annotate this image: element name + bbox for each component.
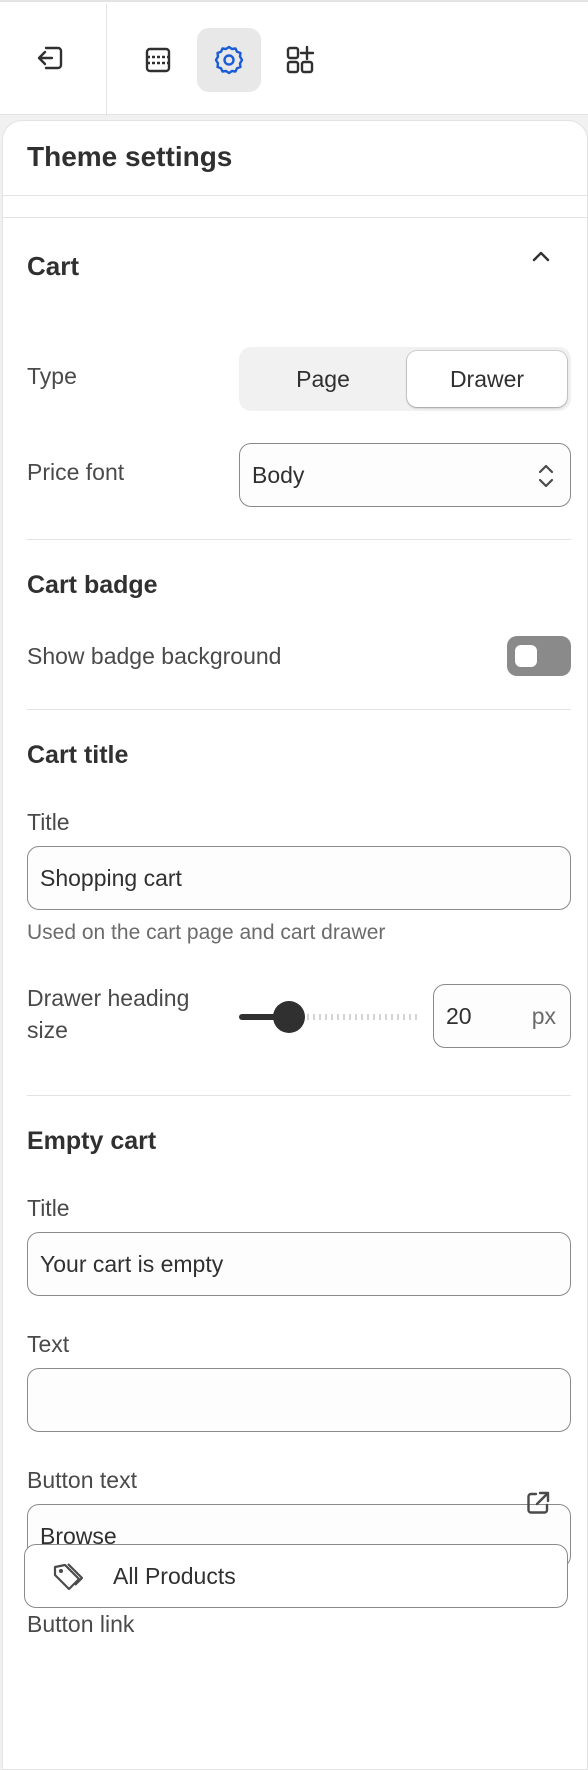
button-link-label: Button link: [27, 1611, 135, 1637]
title-label: Title: [27, 809, 70, 835]
toggle-knob: [515, 645, 537, 667]
empty-title-label: Title: [27, 1195, 70, 1221]
collection-tag-icon: [53, 1563, 84, 1591]
exit-button[interactable]: [20, 28, 80, 88]
segment-page[interactable]: Page: [243, 351, 403, 407]
empty-cart-text-input[interactable]: [27, 1368, 571, 1432]
show-badge-background-toggle[interactable]: [507, 636, 571, 676]
unit-suffix: px: [531, 1003, 556, 1029]
section-title-cart: Cart: [27, 251, 80, 281]
section-title-empty-cart: Empty cart: [27, 1127, 157, 1155]
divider: [27, 709, 571, 710]
button-link-picker[interactable]: All Products: [24, 1544, 568, 1608]
cart-title-input[interactable]: Shopping cart: [27, 846, 571, 910]
theme-settings-button[interactable]: [197, 28, 261, 92]
drawer-heading-size-slider[interactable]: [239, 997, 419, 1037]
external-link-icon: [527, 1491, 550, 1514]
slider-thumb[interactable]: [273, 1001, 305, 1033]
divider: [3, 195, 588, 196]
button-text-label: Button text: [27, 1467, 137, 1493]
select-arrows-icon: [538, 464, 554, 488]
drawer-heading-size-label: Drawer heading: [27, 985, 190, 1011]
button-link-value: All Products: [113, 1563, 236, 1589]
price-font-value: Body: [252, 462, 305, 488]
chevron-up-icon: [532, 251, 550, 262]
drawer-heading-size-value: 20: [446, 1003, 472, 1029]
editor-toolbar: [0, 0, 588, 116]
section-title-cart-badge: Cart badge: [27, 571, 158, 599]
empty-cart-title-value: Your cart is empty: [40, 1251, 224, 1277]
sections-icon: [145, 47, 171, 73]
divider: [3, 217, 588, 218]
drawer-heading-size-label-2: size: [27, 1017, 68, 1043]
text-label: Text: [27, 1331, 70, 1357]
section-title-cart-title: Cart title: [27, 741, 129, 769]
divider: [27, 539, 571, 540]
apps-add-icon: [286, 45, 315, 74]
theme-settings-panel: Theme settings Cart Type Page Drawer Pri…: [2, 120, 588, 1770]
show-badge-background-label: Show badge background: [27, 643, 282, 669]
panel-title: Theme settings: [27, 141, 233, 172]
cart-title-help-text: Used on the cart page and cart drawer: [27, 921, 386, 944]
type-label: Type: [27, 363, 77, 389]
gear-icon: [214, 45, 244, 75]
divider: [27, 1095, 571, 1096]
price-font-select[interactable]: Body: [239, 443, 571, 507]
apps-button[interactable]: [268, 28, 332, 92]
drawer-heading-size-input[interactable]: 20 px: [433, 984, 571, 1048]
cart-title-value: Shopping cart: [40, 865, 182, 891]
slider-track: [289, 1014, 417, 1020]
exit-icon: [37, 46, 63, 70]
sections-button[interactable]: [126, 28, 190, 92]
price-font-label: Price font: [27, 459, 125, 485]
cart-type-segmented-control: Page Drawer: [239, 347, 571, 411]
empty-cart-title-input[interactable]: Your cart is empty: [27, 1232, 571, 1296]
segment-drawer[interactable]: Drawer: [407, 351, 567, 407]
collapse-section-button[interactable]: [521, 237, 561, 277]
toolbar-divider: [106, 4, 107, 116]
open-link-button[interactable]: [520, 1485, 556, 1521]
